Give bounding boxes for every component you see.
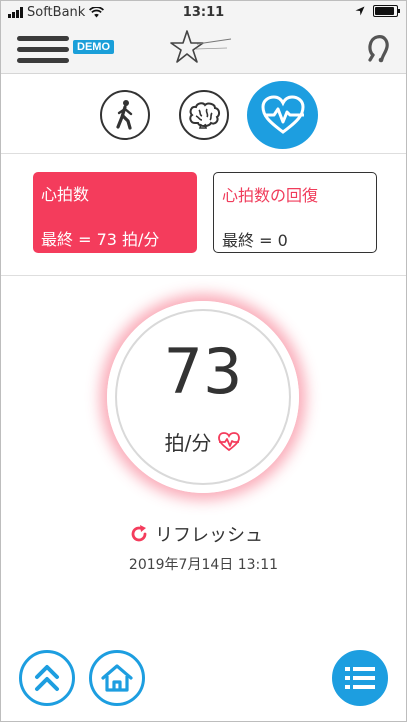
status-bar: SoftBank 13:11 [1,1,406,23]
mode-walk-button[interactable] [100,90,150,140]
divider-top [1,153,406,154]
refresh-icon [131,525,147,542]
recovery-title: 心拍数の回復 [222,186,319,205]
gauge-unit-row: 拍/分 [107,427,299,456]
heart-rate-card[interactable]: 心拍数 最終 = 73 拍/分 [33,172,197,253]
hearing-aid-icon[interactable] [366,33,390,63]
app-frame: SoftBank 13:11 DEMO 心拍数 最終 = 73 拍/分 心拍数の… [0,0,407,722]
recovery-value: 最終 = 0 [222,231,288,250]
walking-person-icon [116,100,133,130]
refresh-timestamp: 2019年7月14日 13:11 [128,557,279,573]
mode-selector [1,81,406,151]
app-header: DEMO [1,23,406,74]
recovery-card[interactable]: 心拍数の回復 最終 = 0 [213,172,377,253]
home-button[interactable] [89,650,145,706]
double-chevron-up-icon [35,665,59,691]
refresh-label: リフレッシュ [155,525,263,546]
status-time: 13:11 [182,5,225,20]
location-arrow-icon [355,6,365,16]
scroll-up-button[interactable] [19,650,75,706]
gauge-unit: 拍/分 [164,431,212,455]
list-menu-button[interactable] [332,650,388,706]
battery-icon [373,5,400,17]
status-right [355,5,400,17]
mode-heart-button[interactable] [247,81,318,149]
list-icon [345,667,375,689]
brain-icon [189,102,221,129]
mode-brain-button[interactable] [179,90,229,140]
heart-rate-title: 心拍数 [41,185,90,204]
menu-button[interactable]: DEMO [17,33,117,65]
heart-rate-icon [260,95,305,134]
heart-rate-value: 最終 = 73 拍/分 [41,230,160,249]
heart-pulse-icon [218,431,241,451]
divider-middle [1,275,406,276]
demo-badge: DEMO [73,40,114,54]
home-icon [101,664,133,692]
heart-rate-gauge: 73 拍/分 [107,301,299,493]
gauge-value: 73 [163,335,243,408]
refresh-button[interactable]: リフレッシュ [129,521,263,547]
star-logo-icon [170,30,232,63]
